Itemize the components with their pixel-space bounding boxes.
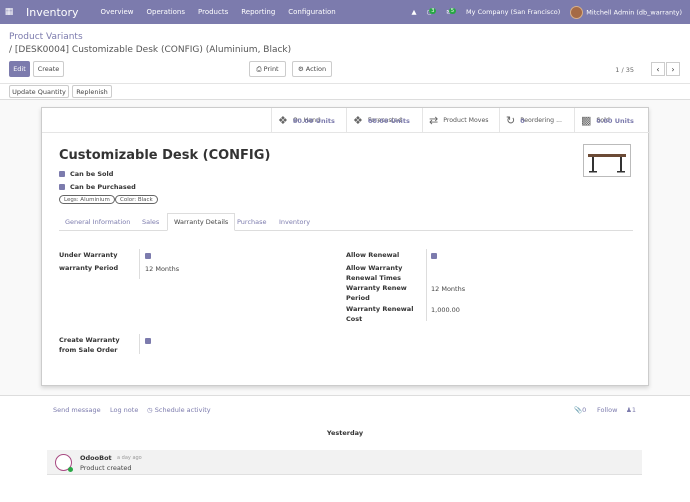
user-name: Mitchell Admin (db_warranty)	[586, 8, 682, 16]
notebook-tabs: General Information Sales Warranty Detai…	[59, 213, 633, 231]
tab-sales[interactable]: Sales	[136, 213, 165, 231]
tab-purchase[interactable]: Purchase	[231, 213, 273, 231]
follow-button[interactable]: Follow	[597, 406, 617, 414]
desk-image-icon	[588, 154, 626, 173]
warranty-period-label: warranty Period	[59, 264, 119, 272]
print-button[interactable]: ⎙ Print	[249, 61, 286, 77]
cubes-icon: ❖	[353, 113, 363, 127]
smart-buttons: ❖ 80.00 Units On Hand ❖ 60.00 Units Foreca…	[42, 108, 650, 133]
tab-general-information[interactable]: General Information	[59, 213, 136, 231]
under-warranty-checkbox[interactable]	[145, 252, 151, 260]
update-quantity-button[interactable]: Update Quantity	[9, 85, 69, 98]
odoobot-avatar	[55, 454, 73, 472]
renew-period-label: Warranty Renew Period	[346, 284, 407, 302]
breadcrumb-current: / [DESK0004] Customizable Desk (CONFIG) …	[9, 45, 292, 55]
app-name[interactable]: Inventory	[26, 6, 79, 19]
create-warranty-checkbox[interactable]	[145, 337, 151, 345]
under-warranty-label: Under Warranty	[59, 251, 118, 259]
renewal-cost-label: Warranty Renewal Cost	[346, 305, 414, 323]
refresh-icon: ↻	[506, 113, 516, 127]
chatter: Send message Log note ◷ Schedule activit…	[0, 395, 690, 502]
field-divider	[139, 334, 140, 354]
checkbox-checked-icon	[59, 171, 65, 177]
menu-overview[interactable]: Overview	[101, 8, 134, 16]
print-icon: ⎙	[256, 64, 264, 73]
menu-operations[interactable]: Operations	[147, 8, 185, 16]
action-button[interactable]: ⚙ Action	[292, 61, 332, 77]
pager-value[interactable]: 1 / 35	[615, 66, 634, 74]
activity-icon[interactable]: ◷3	[427, 8, 437, 16]
log-note-button[interactable]: Log note	[110, 406, 138, 414]
chatter-message: OdooBot a day ago Product created	[47, 450, 642, 475]
field-divider	[139, 249, 140, 279]
avatar	[570, 5, 584, 19]
menu-products[interactable]: Products	[198, 8, 228, 16]
followers-button[interactable]: ♟1	[626, 406, 636, 414]
schedule-activity-button[interactable]: ◷ Schedule activity	[147, 406, 211, 414]
date-separator: Yesterday	[326, 429, 364, 437]
allow-renewal-label: Allow Renewal	[346, 251, 400, 259]
reordering-button[interactable]: ↻ 0 Reordering ...	[499, 108, 574, 132]
exchange-icon: ⇄	[429, 113, 439, 127]
tab-warranty-details[interactable]: Warranty Details	[167, 213, 236, 231]
tab-inventory[interactable]: Inventory	[273, 213, 316, 231]
allow-renewal-checkbox[interactable]	[431, 252, 437, 260]
product-title: Customizable Desk (CONFIG)	[59, 148, 271, 163]
message-author[interactable]: OdooBot	[80, 454, 112, 462]
send-message-button[interactable]: Send message	[53, 406, 101, 414]
apps-menu-icon[interactable]: ▦	[0, 7, 18, 17]
pager-next[interactable]: ›	[666, 62, 680, 76]
create-button[interactable]: Create	[33, 61, 64, 77]
can-be-sold-field[interactable]: Can be Sold	[59, 170, 113, 178]
on-hand-button[interactable]: ❖ 80.00 Units On Hand	[271, 108, 346, 132]
field-divider	[426, 249, 427, 321]
product-moves-button[interactable]: ⇄ Product Moves	[422, 108, 499, 132]
messages-icon[interactable]: ✉5	[446, 8, 457, 16]
replenish-button[interactable]: Replenish	[72, 85, 112, 98]
warranty-period-value[interactable]: 12 Months	[145, 265, 179, 273]
clock-icon: ◷	[147, 406, 155, 414]
attribute-tag: Legs: Aluminium	[59, 195, 115, 204]
menu-reporting[interactable]: Reporting	[241, 8, 275, 16]
user-menu[interactable]: Mitchell Admin (db_warranty)	[570, 5, 682, 19]
top-navbar: ▦ Inventory Overview Operations Products…	[0, 0, 690, 24]
main-menu: Overview Operations Products Reporting C…	[101, 8, 349, 16]
control-panel: Product Variants / [DESK0004] Customizab…	[0, 24, 690, 100]
debug-icon[interactable]: ▲	[412, 8, 417, 16]
chevron-right-icon: ›	[671, 64, 675, 74]
attachments-button[interactable]: 📎0	[574, 406, 586, 414]
activity-count: 3	[429, 8, 437, 14]
breadcrumb-parent[interactable]: Product Variants	[9, 32, 83, 42]
checkbox-checked-icon	[431, 253, 437, 259]
company-switcher[interactable]: My Company (San Francisco)	[466, 8, 560, 16]
forecasted-button[interactable]: ❖ 60.00 Units Forecasted	[346, 108, 422, 132]
cubes-icon: ❖	[278, 113, 288, 127]
renew-period-value[interactable]: 12 Months	[431, 285, 465, 293]
checkbox-checked-icon	[145, 338, 151, 344]
gear-icon: ⚙	[297, 65, 306, 73]
bar-chart-icon: ▩	[581, 113, 592, 127]
checkbox-checked-icon	[59, 184, 65, 190]
message-body: Product created	[80, 464, 132, 472]
form-sheet: ❖ 80.00 Units On Hand ❖ 60.00 Units Foreca…	[41, 107, 650, 386]
pager-previous[interactable]: ‹	[651, 62, 665, 76]
edit-button[interactable]: Edit	[9, 61, 30, 77]
header-statusbar: Update Quantity Replenish	[0, 83, 690, 100]
product-image[interactable]	[583, 144, 631, 177]
paperclip-icon: 📎	[574, 406, 583, 414]
message-count: 5	[448, 8, 457, 14]
renewal-cost-value[interactable]: 1,000.00	[431, 306, 460, 314]
allow-renewal-times-label: Allow Warranty Renewal Times	[346, 264, 403, 282]
chevron-left-icon: ‹	[656, 64, 660, 74]
attribute-tag: Color: Black	[115, 195, 158, 204]
create-warranty-label: Create Warranty from Sale Order	[59, 336, 120, 354]
can-be-purchased-field[interactable]: Can be Purchased	[59, 183, 136, 191]
checkbox-checked-icon	[145, 253, 151, 259]
sold-button[interactable]: ▩ 0.00 Units Sold	[574, 108, 650, 132]
message-time: a day ago	[117, 455, 142, 461]
menu-configuration[interactable]: Configuration	[288, 8, 335, 16]
